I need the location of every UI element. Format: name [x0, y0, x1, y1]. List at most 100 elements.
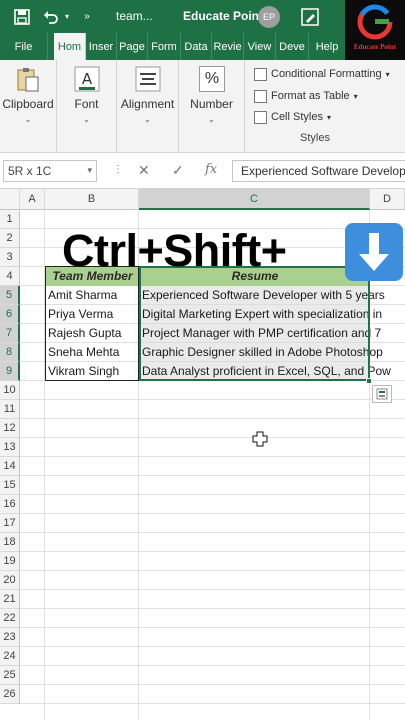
- chevron-down-icon[interactable]: ▾: [87, 165, 92, 176]
- select-all-corner[interactable]: [0, 189, 20, 210]
- clipboard-group[interactable]: Clipboard ⌄: [0, 60, 57, 153]
- quick-analysis-icon: [376, 388, 388, 400]
- row-header[interactable]: 3: [0, 248, 20, 267]
- paste-icon: [17, 68, 39, 92]
- row-header[interactable]: 20: [0, 571, 20, 590]
- font-group[interactable]: A Font ⌄: [57, 60, 117, 153]
- fill-handle[interactable]: [366, 378, 372, 384]
- ribbon-tabs: File Hom Inser Page Form Data Revie View…: [0, 33, 345, 60]
- name-box-value: 5R x 1C: [8, 164, 52, 178]
- row-header[interactable]: 1: [0, 210, 20, 229]
- row-gridline: [20, 665, 405, 666]
- cell-styles-label: Cell Styles: [271, 111, 323, 123]
- conditional-formatting-label: Conditional Formatting: [271, 68, 382, 80]
- enter-icon[interactable]: ✓: [172, 162, 184, 179]
- row-header[interactable]: 11: [0, 400, 20, 419]
- row-header[interactable]: 7: [0, 324, 20, 343]
- row-header[interactable]: 14: [0, 457, 20, 476]
- row-header[interactable]: 23: [0, 628, 20, 647]
- conditional-formatting-button[interactable]: Conditional Formatting ▾: [254, 65, 390, 83]
- row-gridline: [20, 513, 405, 514]
- undo-dropdown-icon[interactable]: ▾: [62, 0, 72, 33]
- tab-home[interactable]: Hom: [54, 33, 86, 60]
- row-gridline: [20, 646, 405, 647]
- logo-icon: [357, 4, 393, 40]
- more-icon: ⋮: [113, 164, 123, 175]
- format-table-icon: [254, 89, 267, 103]
- row-header[interactable]: 19: [0, 552, 20, 571]
- row-header[interactable]: 9: [0, 362, 20, 381]
- column-header-d[interactable]: D: [370, 189, 405, 210]
- chevron-down-icon: ⌄: [144, 115, 151, 124]
- row-gridline: [20, 456, 405, 457]
- chevron-down-icon: ▾: [385, 69, 390, 79]
- row-header[interactable]: 2: [0, 229, 20, 248]
- row-header[interactable]: 18: [0, 533, 20, 552]
- row-header[interactable]: 8: [0, 343, 20, 362]
- row-header[interactable]: 17: [0, 514, 20, 533]
- styles-group-label: Styles: [300, 132, 330, 144]
- format-as-table-label: Format as Table: [271, 90, 350, 102]
- avatar[interactable]: EP: [258, 6, 280, 28]
- svg-text:A: A: [82, 70, 93, 88]
- row-header[interactable]: 10: [0, 381, 20, 400]
- row-gridline: [20, 627, 405, 628]
- row-header[interactable]: 25: [0, 666, 20, 685]
- row-gridline: [20, 437, 405, 438]
- row-header[interactable]: 6: [0, 305, 20, 324]
- cell-styles-button[interactable]: Cell Styles ▾: [254, 108, 331, 126]
- row-header[interactable]: 4: [0, 267, 20, 286]
- row-gridline: [20, 475, 405, 476]
- tab-review[interactable]: Revie: [212, 33, 244, 60]
- formula-input[interactable]: Experienced Software Developer with 5 ye…: [232, 160, 405, 182]
- chevron-down-icon: ⌄: [208, 115, 215, 124]
- brand-logo: Educate Point: [345, 0, 405, 60]
- column-header-a[interactable]: A: [20, 189, 45, 210]
- cancel-icon[interactable]: ✕: [138, 162, 150, 179]
- save-icon[interactable]: [8, 0, 36, 33]
- column-header-c[interactable]: C: [139, 189, 370, 210]
- tab-developer[interactable]: Deve: [276, 33, 309, 60]
- tab-formulas[interactable]: Form: [148, 33, 181, 60]
- row-header[interactable]: 5: [0, 286, 20, 305]
- row-header[interactable]: 21: [0, 590, 20, 609]
- chevron-down-icon: ⌄: [83, 115, 90, 124]
- row-gridline: [20, 608, 405, 609]
- row-gridline: [20, 589, 405, 590]
- tab-help[interactable]: Help: [309, 33, 345, 60]
- undo-icon[interactable]: [40, 0, 62, 33]
- chevron-down-icon: ▾: [353, 91, 358, 101]
- format-as-table-button[interactable]: Format as Table ▾: [254, 87, 358, 105]
- insert-function-icon[interactable]: fx: [205, 162, 217, 177]
- tab-insert[interactable]: Inser: [86, 33, 117, 60]
- row-header[interactable]: 16: [0, 495, 20, 514]
- name-box[interactable]: 5R x 1C ▾: [3, 160, 97, 182]
- tab-page-layout[interactable]: Page: [117, 33, 148, 60]
- tab-view[interactable]: View: [244, 33, 276, 60]
- number-group[interactable]: % Number ⌄: [179, 60, 245, 153]
- row-gridline: [20, 551, 405, 552]
- row-header[interactable]: 24: [0, 647, 20, 666]
- more-commands-icon[interactable]: »: [80, 0, 94, 33]
- alignment-group[interactable]: Alignment ⌄: [117, 60, 179, 153]
- row-gridline: [20, 532, 405, 533]
- row-gridline: [20, 494, 405, 495]
- row-header[interactable]: 15: [0, 476, 20, 495]
- row-header[interactable]: 26: [0, 685, 20, 704]
- font-icon: A: [74, 66, 100, 92]
- row-gridline: [20, 399, 405, 400]
- formula-bar: 5R x 1C ▾ ⋮ ✕ ✓ fx Experienced Software …: [0, 153, 405, 189]
- quick-analysis-button[interactable]: [372, 385, 392, 403]
- tab-data[interactable]: Data: [181, 33, 212, 60]
- clipboard-label: Clipboard: [2, 97, 54, 111]
- percent-icon: %: [199, 66, 225, 92]
- selection-border: [139, 266, 370, 381]
- row-header[interactable]: 13: [0, 438, 20, 457]
- font-label: Font: [74, 97, 99, 111]
- conditional-formatting-icon: [254, 67, 267, 81]
- tab-file[interactable]: File: [0, 33, 48, 60]
- pen-icon[interactable]: [300, 7, 320, 27]
- column-header-b[interactable]: B: [45, 189, 139, 210]
- row-header[interactable]: 12: [0, 419, 20, 438]
- row-header[interactable]: 22: [0, 609, 20, 628]
